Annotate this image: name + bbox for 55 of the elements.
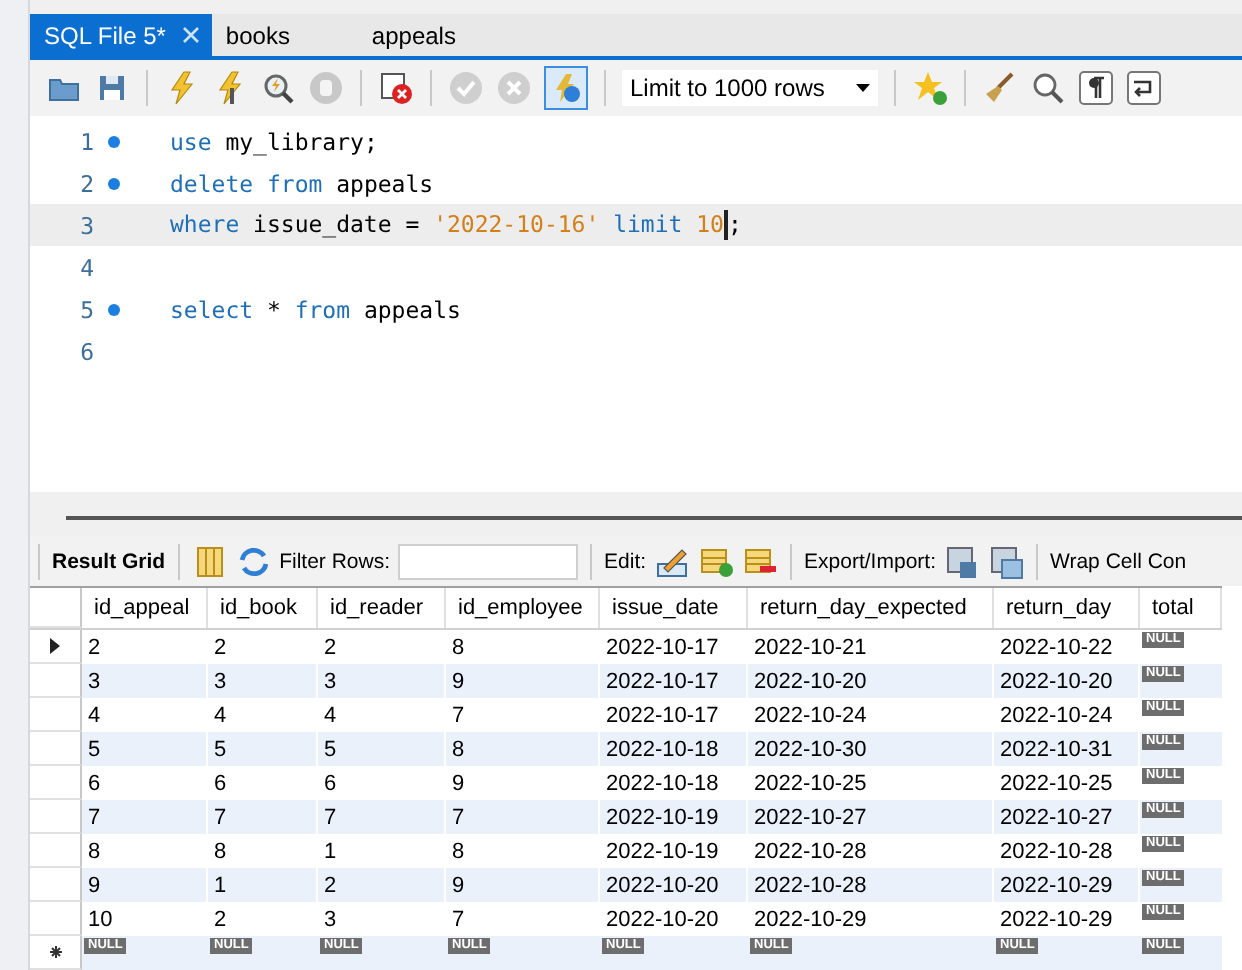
statement-marker-icon: [108, 303, 120, 315]
line-number: 5: [78, 295, 94, 323]
statement-marker-icon: [108, 135, 120, 147]
statement-marker-icon: [108, 177, 120, 189]
caret-icon: [856, 84, 870, 92]
refresh-icon[interactable]: [235, 543, 272, 579]
stop-icon[interactable]: [378, 70, 414, 106]
new-row-icon: [49, 946, 61, 958]
result-grid-tab[interactable]: Result Grid: [52, 549, 166, 573]
row-pointer-icon: [50, 638, 60, 654]
star-plus-icon[interactable]: [912, 70, 948, 106]
row-header[interactable]: [30, 936, 82, 970]
column-header[interactable]: return_day_expected: [748, 588, 994, 628]
columns-icon[interactable]: [191, 543, 228, 579]
magnifier-lightning-icon[interactable]: [260, 70, 296, 106]
close-icon[interactable]: [181, 26, 200, 44]
filter-field[interactable]: [398, 543, 579, 579]
column-header[interactable]: id_employee: [446, 588, 600, 628]
wrap-cell-label: Wrap Cell Con: [1050, 549, 1187, 573]
wrap-icon[interactable]: [1126, 70, 1162, 106]
column-header[interactable]: id_book: [208, 588, 318, 628]
row-header[interactable]: [30, 630, 82, 664]
limit-dropdown[interactable]: Limit to 1000 rows: [622, 70, 878, 106]
column-header[interactable]: total: [1140, 588, 1222, 628]
magnifier-icon[interactable]: [1030, 70, 1066, 106]
add-row-icon[interactable]: [698, 543, 735, 579]
line-number: 2: [78, 169, 94, 197]
export-import-label: Export/Import:: [804, 549, 936, 573]
code-line: select * from appeals: [170, 295, 461, 323]
editor-tab[interactable]: SQL File 5*: [30, 14, 212, 56]
toggle-button[interactable]: [544, 66, 588, 110]
lightning-icon: [550, 72, 582, 104]
line-number: 3: [78, 211, 94, 239]
check-icon[interactable]: [448, 70, 484, 106]
line-number: 6: [78, 337, 94, 365]
line-number: 4: [78, 253, 94, 281]
broom-icon[interactable]: [982, 70, 1018, 106]
splitter[interactable]: [30, 492, 1242, 536]
import-icon[interactable]: [988, 543, 1024, 579]
delete-row-icon[interactable]: [742, 543, 779, 579]
column-header[interactable]: return_day: [994, 588, 1140, 628]
code-line: where issue_date = '2022-10-16' limit 10 ;: [170, 209, 742, 241]
column-header[interactable]: id_appeal: [82, 588, 208, 628]
filter-label: Filter Rows:: [279, 549, 391, 573]
edit-label: Edit:: [604, 549, 647, 573]
code-line: use my_library;: [170, 127, 378, 155]
editor-tab[interactable]: books: [211, 14, 358, 56]
pilcrow-icon[interactable]: [1078, 70, 1114, 106]
code-line: delete from appeals: [170, 169, 434, 197]
export-icon[interactable]: [944, 543, 980, 579]
editor-tab[interactable]: appeals: [357, 14, 504, 56]
save-icon[interactable]: [94, 70, 130, 106]
line-number: 1: [78, 127, 94, 155]
column-header[interactable]: issue_date: [600, 588, 748, 628]
column-header[interactable]: id_reader: [318, 588, 446, 628]
